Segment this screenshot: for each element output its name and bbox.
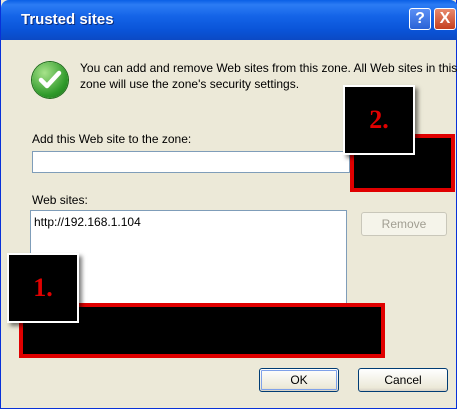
check-icon [32, 62, 68, 98]
close-button[interactable]: X [434, 8, 456, 30]
annotation-label-2: 2. [343, 85, 415, 155]
remove-button[interactable]: Remove [361, 212, 447, 236]
add-site-label: Add this Web site to the zone: [32, 132, 192, 146]
web-sites-label: Web sites: [32, 193, 88, 207]
annotation-label-1: 1. [7, 253, 79, 323]
title-bar[interactable]: Trusted sites ? X [1, 0, 457, 40]
window-title: Trusted sites [21, 11, 114, 28]
help-icon: ? [415, 10, 425, 27]
help-button[interactable]: ? [409, 8, 431, 30]
close-icon: X [439, 10, 451, 27]
list-item[interactable]: http://192.168.1.104 [34, 215, 343, 229]
ok-button[interactable]: OK [259, 368, 339, 392]
cancel-button[interactable]: Cancel [358, 368, 448, 392]
add-site-input[interactable] [32, 151, 350, 173]
